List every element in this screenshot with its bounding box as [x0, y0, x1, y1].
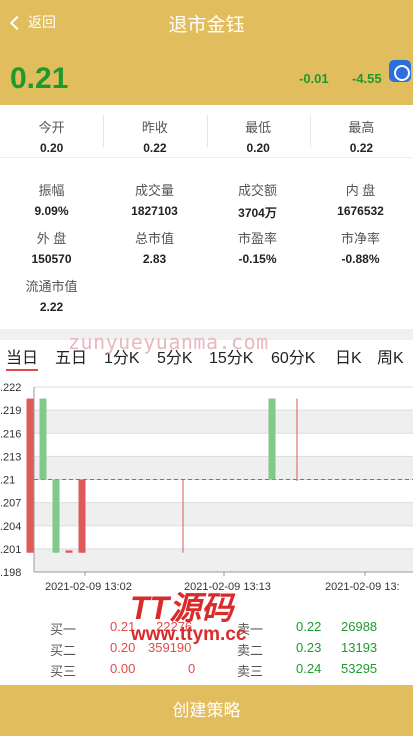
- quote-amplitude: 振幅 9.09%: [0, 180, 103, 218]
- candle-body: [52, 479, 60, 553]
- watermark-url: zunyueyuanma.com: [68, 330, 269, 354]
- sell-volume: 53295: [341, 661, 378, 676]
- buy-volume: 0: [188, 661, 196, 676]
- x-tick-label: 2021-02-09 13:02: [45, 581, 132, 593]
- y-tick-label: .207: [0, 498, 21, 510]
- y-tick-label: .198: [0, 567, 21, 579]
- quote-value: 0.20: [39, 141, 64, 155]
- detail-value: -0.15%: [238, 252, 277, 266]
- sell-price: 0.24: [296, 661, 322, 676]
- detail-value: 2.22: [39, 300, 64, 314]
- x-tick-label: 2021-02-09 13:: [325, 581, 400, 593]
- detail-value: 150570: [31, 252, 72, 266]
- quote-label: 最高: [348, 120, 375, 135]
- detail-label: 外 盘: [36, 231, 67, 246]
- quote-value: 0.22: [143, 141, 167, 155]
- candle-body: [182, 479, 184, 481]
- grid-band: [34, 456, 413, 480]
- detail-label: 市净率: [340, 231, 380, 246]
- quote-value: 0.20: [246, 141, 270, 155]
- sell-volume: 13193: [341, 640, 378, 655]
- top-bar: 返回 退市金钰: [0, 0, 413, 44]
- quote-market-cap: 总市值 2.83: [103, 228, 206, 266]
- price-change: -0.01: [299, 71, 329, 86]
- quote-turnover: 成交额 3704万: [206, 180, 309, 221]
- quote-summary: 今开 0.20 昨收 0.22 最低 0.20 最高 0.22: [0, 105, 413, 157]
- sell-price: 0.22: [296, 619, 322, 634]
- detail-label: 内 盘: [345, 183, 376, 198]
- detail-value: 1676532: [337, 204, 384, 218]
- sell-volume: 26988: [341, 619, 378, 634]
- quote-pb-ratio: 市净率 -0.88%: [309, 228, 412, 266]
- page-title: 退市金钰: [168, 15, 245, 36]
- candle-body: [39, 398, 47, 480]
- current-price: 0.21: [10, 62, 69, 95]
- detail-label: 流通市值: [25, 279, 78, 294]
- quote-outer-volume: 外 盘 150570: [0, 228, 103, 266]
- price-band: 0.21 -0.01 -4.55: [0, 44, 413, 105]
- quote-label: 今开: [38, 120, 65, 135]
- floating-tool-icon[interactable]: [389, 60, 411, 82]
- y-tick-label: .201: [0, 544, 21, 556]
- quote-details: 振幅 9.09% 成交量 1827103 成交额 3704万 内 盘 16765…: [0, 157, 413, 329]
- quote-label: 最低: [245, 120, 272, 135]
- buy-label: 买一: [50, 622, 77, 637]
- buy-label: 买三: [50, 664, 77, 679]
- watermark-site: www.ttym.cc: [131, 624, 247, 645]
- y-tick-label: .213: [0, 451, 21, 463]
- price-change-percent: -4.55: [352, 71, 382, 86]
- tab-intraday[interactable]: 当日: [6, 344, 39, 371]
- detail-value: 3704万: [238, 206, 277, 220]
- y-tick-label: .219: [0, 405, 21, 417]
- candle-body: [65, 550, 73, 553]
- quote-inner-volume: 内 盘 1676532: [309, 180, 412, 218]
- quote-low: 最低 0.20: [206, 105, 310, 157]
- detail-value: 1827103: [131, 204, 178, 218]
- candle-body: [26, 398, 34, 553]
- detail-label: 振幅: [38, 183, 65, 198]
- grid-band: [34, 410, 413, 434]
- candle-body: [268, 398, 276, 480]
- create-strategy-button[interactable]: 创建策略: [0, 685, 413, 736]
- y-tick-label: .21: [0, 475, 15, 487]
- candle-body: [296, 479, 298, 481]
- quote-open: 今开 0.20: [0, 105, 103, 157]
- detail-value: 9.09%: [34, 204, 69, 218]
- buy-price: 0.00: [110, 661, 136, 676]
- quote-pe-ratio: 市盈率 -0.15%: [206, 228, 309, 266]
- quote-label: 昨收: [141, 120, 168, 135]
- quote-value: 0.22: [349, 141, 374, 155]
- order-book-row: 买三 0.00 0 卖三 0.24 53295: [0, 659, 413, 679]
- tab-week-k[interactable]: 周K: [377, 344, 404, 368]
- detail-value: -0.88%: [341, 252, 380, 266]
- kline-chart[interactable]: .222 .219 .216 .213 .21 .207 .204 .201 .198 2021-…: [0, 372, 413, 607]
- quote-float-cap: 流通市值 2.22: [0, 276, 103, 314]
- detail-label: 成交量: [134, 183, 174, 198]
- detail-label: 成交额: [237, 183, 277, 198]
- quote-volume: 成交量 1827103: [103, 180, 206, 218]
- quote-prev-close: 昨收 0.22: [103, 105, 206, 157]
- detail-value: 2.83: [142, 252, 167, 266]
- detail-label: 市盈率: [237, 231, 277, 246]
- watermark-brand: TT源码: [130, 590, 234, 626]
- kline-chart-svg: .222 .219 .216 .213 .21 .207 .204 .201 .198 2021-…: [0, 382, 413, 593]
- sell-label: 卖三: [237, 664, 264, 679]
- y-tick-label: .222: [0, 382, 21, 394]
- tab-60min-k[interactable]: 60分K: [271, 344, 315, 368]
- candle-body: [78, 479, 86, 553]
- quote-high: 最高 0.22: [309, 105, 413, 157]
- tab-day-k[interactable]: 日K: [335, 344, 362, 368]
- buy-label: 买二: [50, 643, 77, 658]
- grid-band: [34, 502, 413, 526]
- detail-label: 总市值: [134, 231, 174, 246]
- y-tick-label: .216: [0, 428, 21, 440]
- y-tick-label: .204: [0, 521, 21, 533]
- sell-price: 0.23: [296, 640, 322, 655]
- grid-band: [34, 548, 413, 572]
